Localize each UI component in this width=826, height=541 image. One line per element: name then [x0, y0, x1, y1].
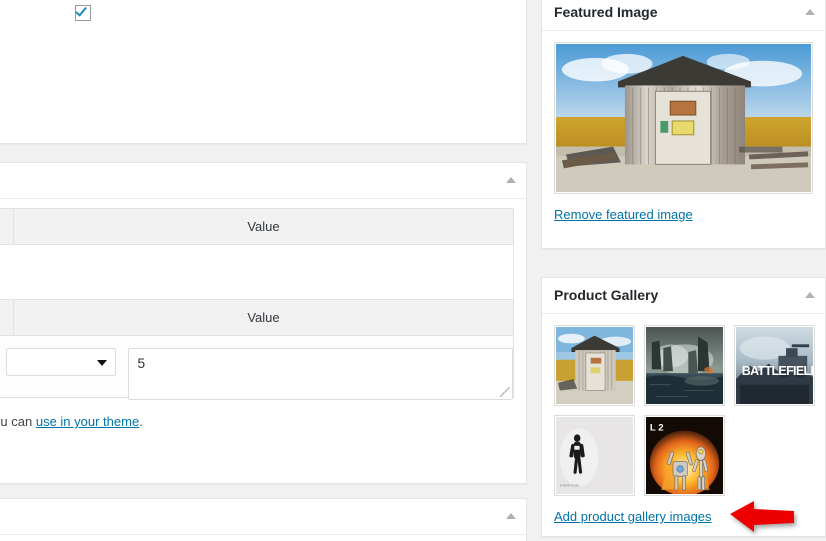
use-in-your-theme-link[interactable]: use in your theme: [36, 414, 139, 429]
chevron-down-icon: [97, 360, 108, 366]
custom-fields-entry-row: 5: [0, 336, 514, 400]
walking-figure-thumbnail-illustration: A Dark Room: [556, 417, 633, 494]
add-product-gallery-images-link[interactable]: Add product gallery images: [554, 509, 712, 524]
checkmark-icon: [75, 4, 87, 17]
enable-reviews-label: able reviews: [0, 5, 75, 24]
triangle-up-icon[interactable]: [805, 291, 815, 298]
custom-field-value-textarea[interactable]: 5: [128, 348, 513, 400]
remove-featured-image-row: Remove featured image: [554, 194, 813, 222]
gallery-thumbnail[interactable]: L 2: [644, 415, 725, 496]
flooded-ruins-thumbnail-illustration: [646, 327, 723, 404]
featured-image-title: Featured Image: [554, 3, 658, 20]
triangle-up-icon[interactable]: [506, 176, 516, 183]
product-gallery-thumbnails: BATTLEFIELD 4: [554, 325, 816, 496]
custom-fields-panel: Value Value 5 u can use in your theme.: [0, 162, 527, 484]
custom-fields-value-header: Value: [13, 208, 514, 245]
gallery-thumbnail[interactable]: [644, 325, 725, 406]
custom-fields-header: [0, 163, 526, 199]
custom-fields-empty-row: [0, 245, 514, 299]
featured-image-panel: Featured Image Remove featured image: [541, 0, 826, 249]
shed-photo-illustration: [556, 44, 811, 192]
custom-fields-help-suffix: .: [139, 414, 143, 429]
custom-fields-header-row-2: Value: [0, 299, 514, 336]
shed-thumbnail-illustration: [556, 327, 633, 404]
portal2-cover-thumbnail-illustration: L 2: [646, 417, 723, 494]
battlefield4-cover-thumbnail-illustration: BATTLEFIELD 4: [736, 327, 813, 404]
enable-reviews-row: able reviews: [0, 0, 526, 24]
red-left-arrow-icon: [730, 501, 794, 532]
product-gallery-title: Product Gallery: [554, 286, 659, 303]
product-data-panel: able reviews: [0, 0, 527, 144]
resize-grip-icon[interactable]: [500, 387, 510, 397]
portal2-caption: L 2: [650, 422, 664, 433]
battlefield4-caption: BATTLEFIELD 4: [742, 364, 813, 378]
custom-fields-help-prefix: d to add extra metadata to a post that y…: [0, 414, 33, 429]
gallery-thumbnail[interactable]: A Dark Room: [554, 415, 635, 496]
custom-fields-header-row: Value: [0, 208, 514, 245]
short-description-header: tion: [0, 499, 526, 535]
custom-field-name-select[interactable]: [6, 348, 117, 376]
custom-fields-table: Value: [0, 208, 514, 245]
custom-field-value-text: 5: [137, 355, 146, 371]
admin-screen: able reviews Value Value: [0, 0, 826, 541]
custom-fields-table-2: Value: [0, 299, 514, 336]
remove-featured-image-link[interactable]: Remove featured image: [554, 207, 693, 222]
featured-image-header: Featured Image: [542, 0, 825, 31]
triangle-up-icon[interactable]: [805, 8, 815, 15]
product-gallery-header: Product Gallery: [542, 278, 825, 314]
featured-image-thumbnail[interactable]: [554, 42, 813, 194]
gallery-thumbnail[interactable]: BATTLEFIELD 4: [734, 325, 815, 406]
gallery-thumbnail[interactable]: [554, 325, 635, 406]
custom-fields-help-text: d to add extra metadata to a post that y…: [0, 398, 514, 429]
enable-reviews-checkbox[interactable]: [75, 4, 91, 21]
product-gallery-panel: Product Gallery BATTLEFIELD A Dark Room …: [541, 277, 826, 537]
custom-fields-value-header-2: Value: [13, 299, 514, 336]
walking-figure-watermark: A Dark Room: [560, 483, 580, 487]
short-description-panel: tion: [0, 498, 527, 541]
custom-fields-name-header-2: [0, 299, 14, 336]
triangle-up-icon[interactable]: [506, 512, 516, 519]
custom-fields-name-header: [0, 208, 14, 245]
